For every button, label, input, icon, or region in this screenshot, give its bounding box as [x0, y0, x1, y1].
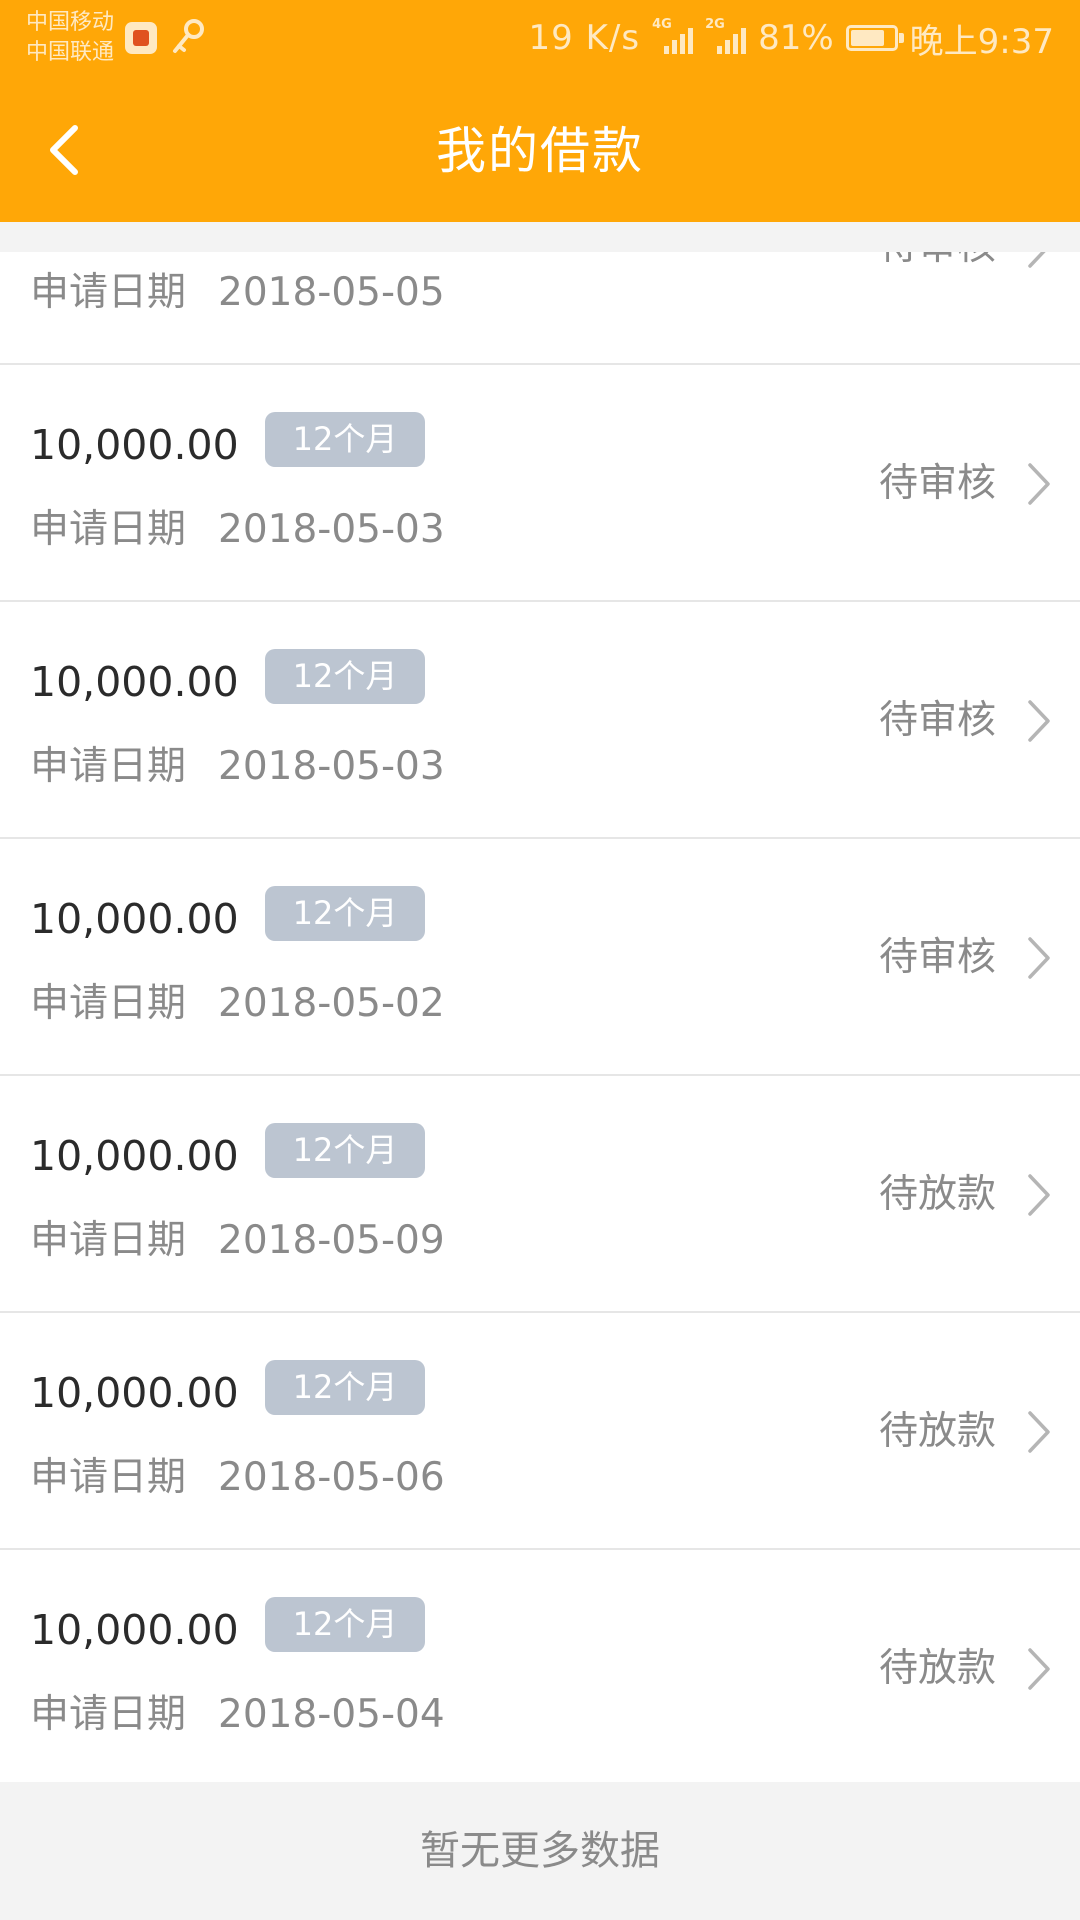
chevron-right-icon — [1028, 1648, 1050, 1690]
loan-item[interactable]: 申请日期 2018-05-05 待审核 — [0, 252, 1080, 365]
loan-amount: 10,000.00 — [30, 658, 239, 706]
date-label: 申请日期 — [30, 270, 187, 315]
loan-item[interactable]: 10,000.00 12个月 申请日期 2018-05-03 待审核 — [0, 602, 1080, 839]
loan-status: 待审核 — [879, 252, 996, 272]
date-label: 申请日期 — [30, 1218, 187, 1263]
date-label: 申请日期 — [30, 1455, 187, 1500]
battery-icon — [845, 25, 904, 51]
application-date: 申请日期 2018-05-03 — [30, 742, 445, 792]
term-badge: 12个月 — [265, 412, 425, 467]
chevron-right-icon — [1028, 252, 1046, 268]
loan-amount: 10,000.00 — [30, 895, 239, 943]
status-indicators: 19 K/s 4G 2G 81% 晚上9:37 — [529, 0, 1054, 76]
loan-status: 待放款 — [878, 1646, 996, 1691]
date-label: 申请日期 — [30, 507, 187, 552]
term-badge: 12个月 — [265, 1360, 425, 1415]
term-badge: 12个月 — [265, 649, 425, 704]
term-badge: 12个月 — [265, 1597, 425, 1652]
chevron-right-icon — [1028, 463, 1050, 505]
date-value: 2018-05-02 — [218, 981, 445, 1026]
loan-amount: 10,000.00 — [30, 1606, 239, 1654]
carrier-1: 中国移动 — [26, 10, 115, 35]
key-icon — [173, 19, 204, 53]
loan-amount: 10,000.00 — [30, 1132, 239, 1180]
application-date: 申请日期 2018-05-04 — [30, 1690, 445, 1740]
loan-status: 待放款 — [878, 1409, 996, 1454]
loan-item[interactable]: 10,000.00 12个月 申请日期 2018-05-02 待审核 — [0, 839, 1080, 1076]
date-label: 申请日期 — [30, 744, 187, 789]
date-value: 2018-05-03 — [218, 507, 445, 552]
date-value: 2018-05-09 — [218, 1218, 445, 1263]
signal-type-2: 2G — [705, 17, 725, 32]
loan-item[interactable]: 10,000.00 12个月 申请日期 2018-05-04 待放款 — [0, 1550, 1080, 1787]
application-date: 申请日期 2018-05-02 — [30, 979, 445, 1029]
date-label: 申请日期 — [30, 1692, 187, 1737]
loan-status: 待审核 — [878, 698, 996, 743]
clock: 晚上9:37 — [909, 21, 1054, 62]
status-bar: 中国移动 中国联通 19 K/s 4G 2G 81% 晚上9:37 — [0, 0, 1080, 80]
loan-item[interactable]: 10,000.00 12个月 申请日期 2018-05-09 待放款 — [0, 1076, 1080, 1313]
battery-level — [850, 30, 885, 46]
term-badge: 12个月 — [265, 1123, 425, 1178]
loan-status: 待审核 — [878, 461, 996, 506]
chevron-right-icon — [1028, 937, 1050, 979]
application-date: 申请日期 2018-05-06 — [30, 1453, 445, 1503]
loan-item[interactable]: 10,000.00 12个月 申请日期 2018-05-06 待放款 — [0, 1313, 1080, 1550]
app-notification-icon — [125, 22, 157, 54]
term-badge: 12个月 — [265, 886, 425, 941]
signal-icon: 4G — [652, 18, 694, 54]
date-value: 2018-05-06 — [218, 1455, 445, 1500]
network-speed: 19 K/s — [528, 18, 641, 58]
carrier-info: 中国移动 中国联通 — [26, 8, 114, 68]
application-date: 申请日期 2018-05-03 — [30, 505, 445, 555]
signal-type-1: 4G — [652, 17, 672, 32]
loan-amount: 10,000.00 — [30, 1369, 239, 1417]
loan-list[interactable]: 申请日期 2018-05-05 待审核 10,000.00 12个月 申请日期 20… — [0, 252, 1080, 1787]
signal-icon: 2G — [705, 18, 747, 54]
date-value: 2018-05-04 — [218, 1692, 445, 1737]
no-more-data-text: 暂无更多数据 — [0, 1782, 1080, 1920]
loan-status: 待审核 — [878, 935, 996, 980]
date-label: 申请日期 — [30, 981, 187, 1026]
loan-amount: 10,000.00 — [30, 421, 239, 469]
battery-percent: 81% — [758, 18, 834, 58]
carrier-2: 中国联通 — [26, 40, 115, 65]
loan-item[interactable]: 10,000.00 12个月 申请日期 2018-05-03 待审核 — [0, 365, 1080, 602]
date-value: 2018-05-03 — [218, 744, 445, 789]
app-root: 中国移动 中国联通 19 K/s 4G 2G 81% 晚上9:37 我的借款 申… — [0, 0, 1080, 1920]
page-title: 我的借款 — [436, 122, 644, 180]
header-bar: 我的借款 — [0, 80, 1080, 222]
chevron-right-icon — [1028, 1174, 1050, 1216]
chevron-right-icon — [1028, 700, 1050, 742]
loan-status: 待放款 — [878, 1172, 996, 1217]
date-value: 2018-05-05 — [218, 270, 445, 315]
application-date: 申请日期 2018-05-05 — [30, 268, 445, 318]
application-date: 申请日期 2018-05-09 — [30, 1216, 445, 1266]
chevron-right-icon — [1028, 1411, 1050, 1453]
